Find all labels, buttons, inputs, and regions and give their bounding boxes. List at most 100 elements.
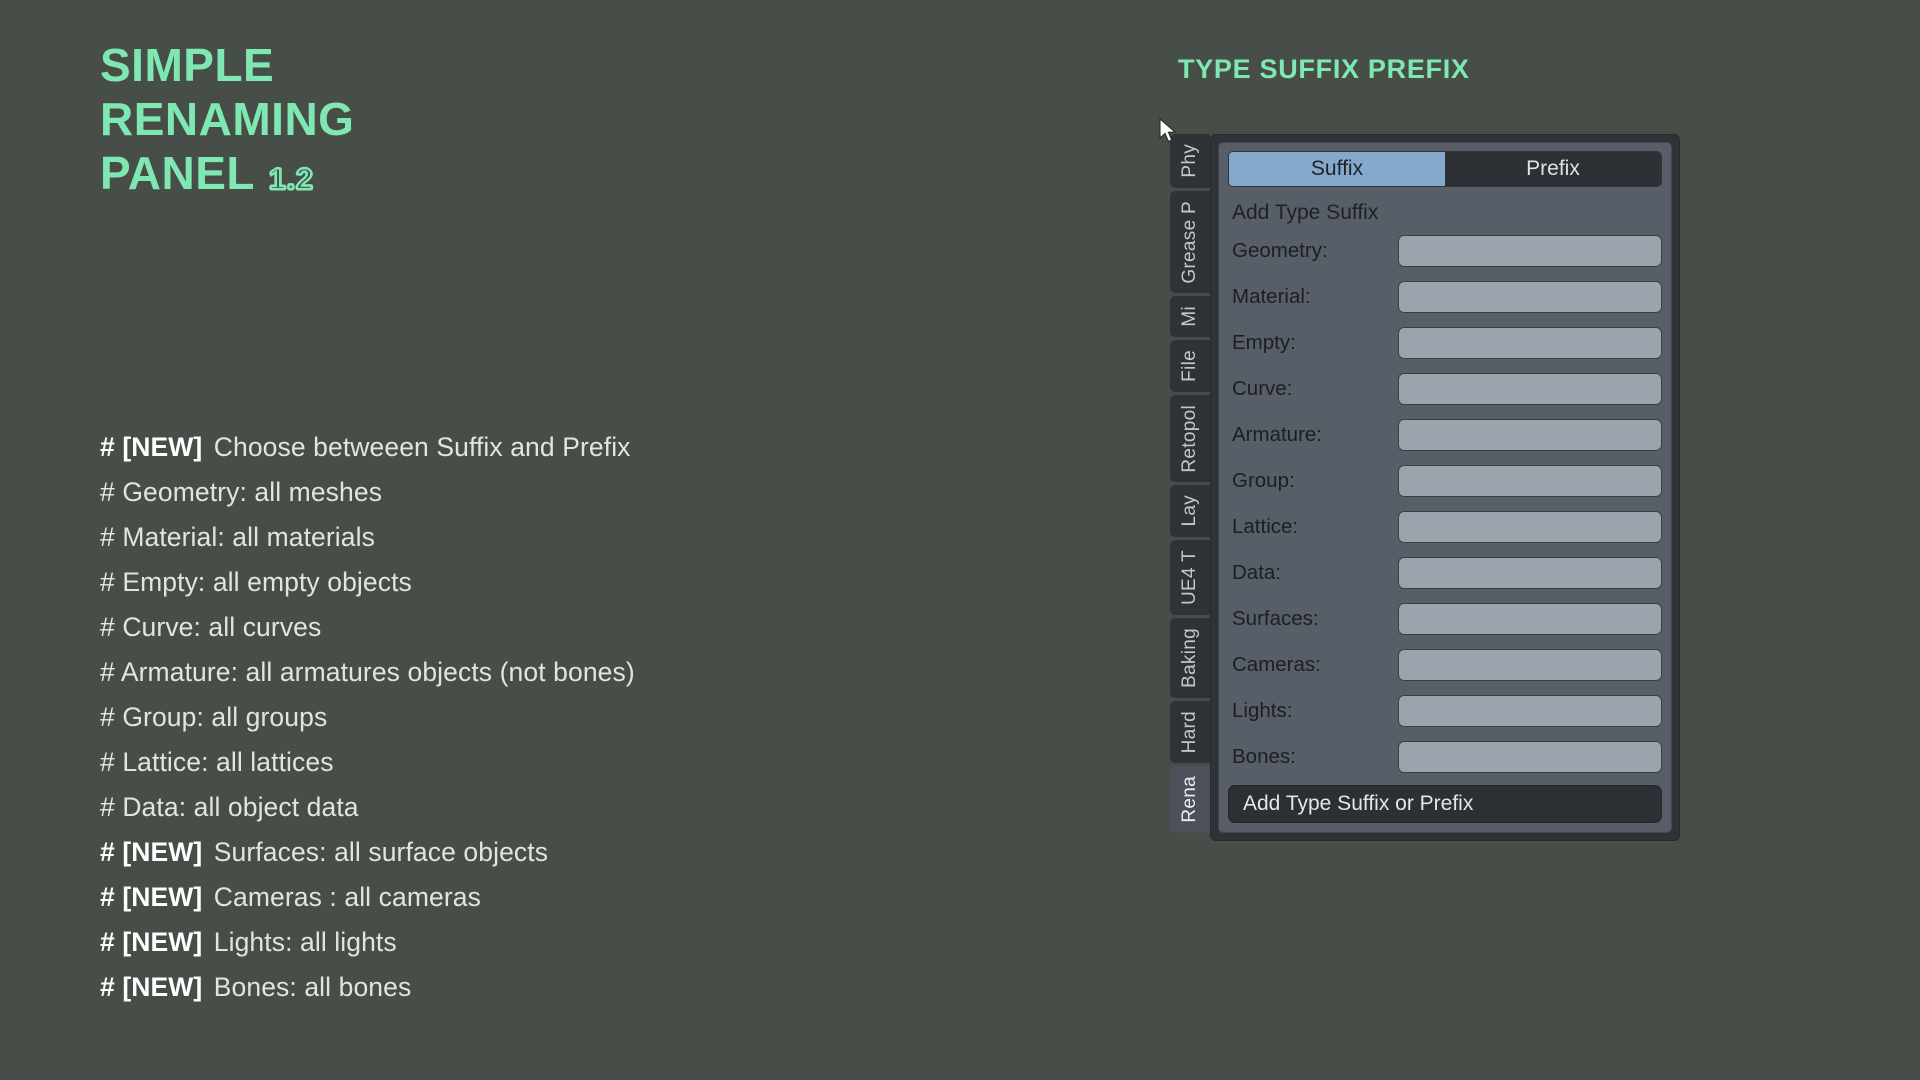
type-field-label: Data:	[1232, 561, 1281, 584]
type-field-input[interactable]	[1398, 281, 1662, 313]
title-line-3: PANEL	[100, 147, 255, 199]
suffix-toggle-button[interactable]: Suffix	[1229, 152, 1445, 186]
feature-new-badge: [NEW]	[122, 882, 203, 912]
type-field-label: Armature:	[1232, 423, 1322, 446]
type-field-input[interactable]	[1398, 511, 1662, 543]
sidebar-tab-rena[interactable]: Rena	[1170, 766, 1210, 833]
sidebar-tab-label: Hard	[1179, 710, 1200, 754]
type-field-label: Curve:	[1232, 377, 1293, 400]
type-field-input[interactable]	[1398, 465, 1662, 497]
type-field-row: Bones:	[1228, 739, 1662, 775]
feature-hash: #	[100, 432, 115, 462]
type-field-input[interactable]	[1398, 373, 1662, 405]
type-field-row: Cameras:	[1228, 647, 1662, 683]
sidebar-tab-label: Rena	[1179, 776, 1200, 823]
feature-text: Cameras : all cameras	[213, 882, 481, 912]
type-field-row: Armature:	[1228, 417, 1662, 453]
sidebar-tab-label: UE4 T	[1179, 549, 1200, 605]
type-field-input[interactable]	[1398, 557, 1662, 589]
type-field-input[interactable]	[1398, 419, 1662, 451]
vertical-tab-strip: Phy Grease P Mi File Retopol Lay UE4 T Baking Ha…	[1159, 118, 1210, 833]
add-type-suffix-or-prefix-button[interactable]: Add Type Suffix or Prefix	[1228, 785, 1662, 823]
type-field-input[interactable]	[1398, 603, 1662, 635]
sidebar-tab-label: Retopol	[1179, 404, 1200, 473]
panel-heading: TYPE SUFFIX PREFIX	[1178, 54, 1470, 84]
type-field-label: Material:	[1232, 285, 1311, 308]
feature-text: Data: all object data	[122, 792, 359, 822]
page-title: SIMPLE RENAMING PANEL 1.2	[100, 38, 960, 207]
feature-text: Curve: all curves	[122, 612, 322, 642]
feature-text: Surfaces: all surface objects	[213, 837, 549, 867]
type-field-label: Lattice:	[1232, 515, 1299, 538]
feature-text: Lattice: all lattices	[122, 747, 334, 777]
sidebar-tab-label: Lay	[1179, 495, 1200, 527]
sidebar-tab-retopol[interactable]: Retopol	[1170, 394, 1210, 483]
feature-text: Lights: all lights	[213, 927, 397, 957]
feature-hash: #	[100, 972, 115, 1002]
feature-hash: #	[100, 837, 115, 867]
panel-inner: Suffix Prefix Add Type Suffix Geometry: M…	[1218, 142, 1672, 833]
feature-text: Material: all materials	[122, 522, 375, 552]
type-field-input[interactable]	[1398, 649, 1662, 681]
feature-text: Group: all groups	[122, 702, 328, 732]
feature-item: # [NEW] Bones: all bones	[100, 965, 960, 1010]
feature-hash: #	[100, 477, 115, 507]
type-field-input[interactable]	[1398, 235, 1662, 267]
feature-item: # [NEW] Choose betweeen Suffix and Prefi…	[100, 425, 960, 470]
feature-item: # [NEW] Cameras : all cameras	[100, 875, 960, 920]
sidebar-tab-label: Mi	[1179, 306, 1200, 327]
title-line-2: RENAMING	[100, 93, 355, 145]
feature-item: # Group: all groups	[100, 695, 960, 740]
blender-sidebar: Phy Grease P Mi File Retopol Lay UE4 T Baking Ha…	[1159, 118, 1680, 841]
feature-hash: #	[100, 567, 115, 597]
renaming-panel: Suffix Prefix Add Type Suffix Geometry: M…	[1210, 134, 1680, 841]
type-field-row: Lights:	[1228, 693, 1662, 729]
feature-item: # [NEW] Surfaces: all surface objects	[100, 830, 960, 875]
sidebar-tab-lay[interactable]: Lay	[1170, 485, 1210, 537]
feature-new-badge: [NEW]	[122, 432, 203, 462]
suffix-prefix-toggle[interactable]: Suffix Prefix	[1228, 151, 1662, 187]
sidebar-tab-baking[interactable]: Baking	[1170, 617, 1210, 698]
type-field-label: Cameras:	[1232, 653, 1321, 676]
sidebar-tab-grease-p[interactable]: Grease P	[1170, 190, 1210, 294]
feature-item: # Material: all materials	[100, 515, 960, 560]
type-field-row: Data:	[1228, 555, 1662, 591]
feature-hash: #	[100, 882, 115, 912]
feature-new-badge: [NEW]	[122, 927, 203, 957]
type-field-row: Empty:	[1228, 325, 1662, 361]
sidebar-tab-label: Baking	[1179, 627, 1200, 688]
panel-column: TYPE SUFFIX PREFIX Phy Grease P Mi File Reto…	[1159, 0, 1790, 1080]
feature-hash: #	[100, 792, 115, 822]
type-field-label: Lights:	[1232, 699, 1293, 722]
sidebar-tab-label: File	[1179, 349, 1200, 382]
feature-hash: #	[100, 702, 115, 732]
feature-hash: #	[100, 522, 115, 552]
type-field-label: Empty:	[1232, 331, 1296, 354]
sidebar-tab-ue4-t[interactable]: UE4 T	[1170, 539, 1210, 615]
type-field-row: Surfaces:	[1228, 601, 1662, 637]
feature-list: # [NEW] Choose betweeen Suffix and Prefi…	[100, 425, 960, 1010]
sidebar-tab-label: Phy	[1179, 144, 1200, 178]
section-label: Add Type Suffix	[1232, 201, 1379, 224]
hero-column: SIMPLE RENAMING PANEL 1.2 # [NEW] Choose…	[100, 0, 1000, 1080]
prefix-toggle-button[interactable]: Prefix	[1445, 152, 1661, 186]
sidebar-tab-mi[interactable]: Mi	[1170, 296, 1210, 337]
type-field-input[interactable]	[1398, 695, 1662, 727]
feature-hash: #	[100, 927, 115, 957]
type-field-list: Geometry: Material: Empty: Curve: Armature: G…	[1228, 233, 1662, 775]
feature-item: # [NEW] Lights: all lights	[100, 920, 960, 965]
title-line-1: SIMPLE	[100, 39, 275, 91]
sidebar-tab-file[interactable]: File	[1170, 339, 1210, 392]
feature-new-badge: [NEW]	[122, 972, 203, 1002]
type-field-input[interactable]	[1398, 741, 1662, 773]
version-badge: 1.2	[268, 162, 314, 197]
feature-text: Geometry: all meshes	[122, 477, 383, 507]
sidebar-tab-phy[interactable]: Phy	[1170, 134, 1210, 188]
feature-item: # Curve: all curves	[100, 605, 960, 650]
feature-hash: #	[100, 747, 115, 777]
feature-item: # Empty: all empty objects	[100, 560, 960, 605]
feature-item: # Armature: all armatures objects (not b…	[100, 650, 960, 695]
type-field-input[interactable]	[1398, 327, 1662, 359]
sidebar-tab-hard[interactable]: Hard	[1170, 700, 1210, 764]
sidebar-tab-label: Grease P	[1179, 200, 1200, 284]
